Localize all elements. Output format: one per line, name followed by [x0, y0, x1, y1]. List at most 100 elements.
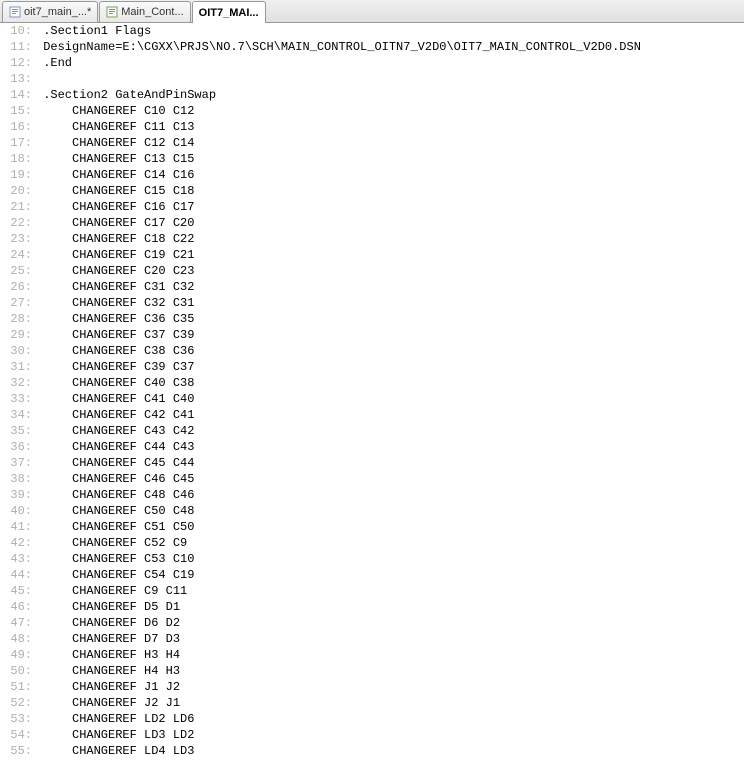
tab-0[interactable]: oit7_main_...* — [2, 1, 98, 22]
line-text: CHANGEREF C32 C31 — [36, 295, 744, 311]
code-line[interactable]: 23: CHANGEREF C18 C22 — [0, 231, 744, 247]
code-line[interactable]: 12: .End — [0, 55, 744, 71]
code-line[interactable]: 43: CHANGEREF C53 C10 — [0, 551, 744, 567]
line-number: 38: — [0, 471, 36, 487]
line-number: 29: — [0, 327, 36, 343]
code-line[interactable]: 19: CHANGEREF C14 C16 — [0, 167, 744, 183]
line-text: CHANGEREF H4 H3 — [36, 663, 744, 679]
line-number: 36: — [0, 439, 36, 455]
line-number: 24: — [0, 247, 36, 263]
code-line[interactable]: 16: CHANGEREF C11 C13 — [0, 119, 744, 135]
code-line[interactable]: 13: — [0, 71, 744, 87]
line-number: 15: — [0, 103, 36, 119]
code-line[interactable]: 40: CHANGEREF C50 C48 — [0, 503, 744, 519]
line-text: CHANGEREF C10 C12 — [36, 103, 744, 119]
line-number: 23: — [0, 231, 36, 247]
line-number: 52: — [0, 695, 36, 711]
line-text: CHANGEREF J2 J1 — [36, 695, 744, 711]
code-line[interactable]: 35: CHANGEREF C43 C42 — [0, 423, 744, 439]
code-editor[interactable]: 10: .Section1 Flags11: DesignName=E:\CGX… — [0, 23, 744, 772]
line-number: 19: — [0, 167, 36, 183]
line-text: CHANGEREF C31 C32 — [36, 279, 744, 295]
line-text: CHANGEREF C46 C45 — [36, 471, 744, 487]
code-line[interactable]: 47: CHANGEREF D6 D2 — [0, 615, 744, 631]
line-text: .Section2 GateAndPinSwap — [36, 87, 744, 103]
line-text: CHANGEREF C12 C14 — [36, 135, 744, 151]
code-line[interactable]: 54: CHANGEREF LD3 LD2 — [0, 727, 744, 743]
code-line[interactable]: 44: CHANGEREF C54 C19 — [0, 567, 744, 583]
line-number: 50: — [0, 663, 36, 679]
line-number: 42: — [0, 535, 36, 551]
line-text: CHANGEREF C11 C13 — [36, 119, 744, 135]
line-text: CHANGEREF C37 C39 — [36, 327, 744, 343]
code-line[interactable]: 22: CHANGEREF C17 C20 — [0, 215, 744, 231]
code-line[interactable]: 29: CHANGEREF C37 C39 — [0, 327, 744, 343]
code-line[interactable]: 30: CHANGEREF C38 C36 — [0, 343, 744, 359]
tab-2[interactable]: OIT7_MAI... — [192, 1, 266, 23]
line-text: CHANGEREF C39 C37 — [36, 359, 744, 375]
line-number: 45: — [0, 583, 36, 599]
line-number: 41: — [0, 519, 36, 535]
code-line[interactable]: 33: CHANGEREF C41 C40 — [0, 391, 744, 407]
line-text: CHANGEREF C38 C36 — [36, 343, 744, 359]
line-text: CHANGEREF C18 C22 — [36, 231, 744, 247]
code-line[interactable]: 53: CHANGEREF LD2 LD6 — [0, 711, 744, 727]
code-line[interactable]: 25: CHANGEREF C20 C23 — [0, 263, 744, 279]
line-number: 21: — [0, 199, 36, 215]
code-line[interactable]: 52: CHANGEREF J2 J1 — [0, 695, 744, 711]
code-line[interactable]: 14: .Section2 GateAndPinSwap — [0, 87, 744, 103]
line-number: 54: — [0, 727, 36, 743]
code-line[interactable]: 36: CHANGEREF C44 C43 — [0, 439, 744, 455]
line-number: 25: — [0, 263, 36, 279]
code-line[interactable]: 42: CHANGEREF C52 C9 — [0, 535, 744, 551]
line-text: CHANGEREF C42 C41 — [36, 407, 744, 423]
code-line[interactable]: 15: CHANGEREF C10 C12 — [0, 103, 744, 119]
line-number: 34: — [0, 407, 36, 423]
code-line[interactable]: 39: CHANGEREF C48 C46 — [0, 487, 744, 503]
line-text — [36, 71, 744, 87]
code-line[interactable]: 41: CHANGEREF C51 C50 — [0, 519, 744, 535]
code-line[interactable]: 28: CHANGEREF C36 C35 — [0, 311, 744, 327]
line-text: CHANGEREF C19 C21 — [36, 247, 744, 263]
line-text: CHANGEREF LD3 LD2 — [36, 727, 744, 743]
line-number: 48: — [0, 631, 36, 647]
code-line[interactable]: 48: CHANGEREF D7 D3 — [0, 631, 744, 647]
tab-1[interactable]: Main_Cont... — [99, 1, 190, 22]
line-number: 18: — [0, 151, 36, 167]
tab-bar: oit7_main_...* Main_Cont...OIT7_MAI... — [0, 0, 744, 23]
code-line[interactable]: 20: CHANGEREF C15 C18 — [0, 183, 744, 199]
code-line[interactable]: 11: DesignName=E:\CGXX\PRJS\NO.7\SCH\MAI… — [0, 39, 744, 55]
code-line[interactable]: 51: CHANGEREF J1 J2 — [0, 679, 744, 695]
line-text: CHANGEREF C52 C9 — [36, 535, 744, 551]
code-line[interactable]: 32: CHANGEREF C40 C38 — [0, 375, 744, 391]
line-number: 32: — [0, 375, 36, 391]
code-line[interactable]: 55: CHANGEREF LD4 LD3 — [0, 743, 744, 759]
line-text: CHANGEREF C9 C11 — [36, 583, 744, 599]
code-line[interactable]: 26: CHANGEREF C31 C32 — [0, 279, 744, 295]
line-text: DesignName=E:\CGXX\PRJS\NO.7\SCH\MAIN_CO… — [36, 39, 744, 55]
code-line[interactable]: 46: CHANGEREF D5 D1 — [0, 599, 744, 615]
line-text: CHANGEREF D6 D2 — [36, 615, 744, 631]
code-line[interactable]: 17: CHANGEREF C12 C14 — [0, 135, 744, 151]
line-number: 28: — [0, 311, 36, 327]
code-line[interactable]: 49: CHANGEREF H3 H4 — [0, 647, 744, 663]
line-text: CHANGEREF C48 C46 — [36, 487, 744, 503]
code-line[interactable]: 24: CHANGEREF C19 C21 — [0, 247, 744, 263]
line-text: CHANGEREF C53 C10 — [36, 551, 744, 567]
code-line[interactable]: 21: CHANGEREF C16 C17 — [0, 199, 744, 215]
code-line[interactable]: 38: CHANGEREF C46 C45 — [0, 471, 744, 487]
code-line[interactable]: 34: CHANGEREF C42 C41 — [0, 407, 744, 423]
code-line[interactable]: 18: CHANGEREF C13 C15 — [0, 151, 744, 167]
code-line[interactable]: 10: .Section1 Flags — [0, 23, 744, 39]
code-line[interactable]: 27: CHANGEREF C32 C31 — [0, 295, 744, 311]
line-number: 30: — [0, 343, 36, 359]
doc-icon-b — [106, 6, 118, 18]
code-line[interactable]: 31: CHANGEREF C39 C37 — [0, 359, 744, 375]
code-line[interactable]: 37: CHANGEREF C45 C44 — [0, 455, 744, 471]
tab-label: oit7_main_...* — [24, 6, 91, 18]
code-line[interactable]: 45: CHANGEREF C9 C11 — [0, 583, 744, 599]
line-number: 14: — [0, 87, 36, 103]
line-text: CHANGEREF C36 C35 — [36, 311, 744, 327]
code-line[interactable]: 50: CHANGEREF H4 H3 — [0, 663, 744, 679]
line-text: CHANGEREF C41 C40 — [36, 391, 744, 407]
